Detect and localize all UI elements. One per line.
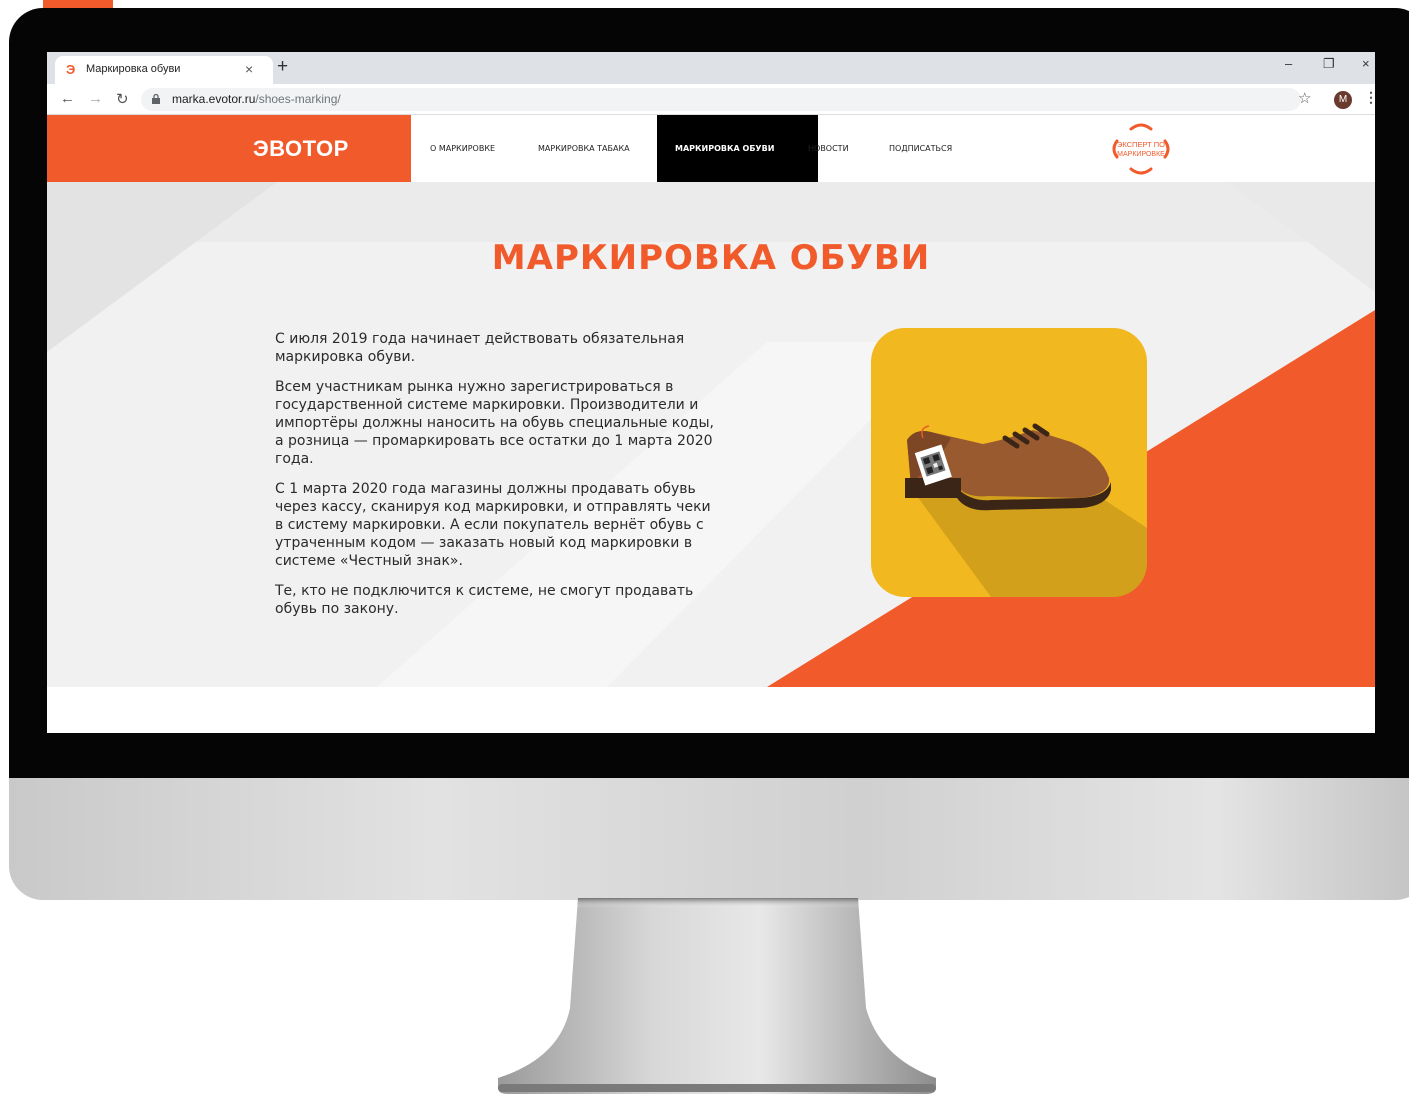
logo-block[interactable]: ЭВОТОР bbox=[47, 115, 411, 182]
lock-icon bbox=[152, 94, 160, 104]
monitor-chin bbox=[9, 778, 1409, 900]
hero-section: МАРКИРОВКА ОБУВИ С июля 2019 года начина… bbox=[47, 182, 1375, 687]
url-field[interactable]: marka.evotor.ru/shoes-marking/ bbox=[141, 88, 1301, 111]
nav-item-news[interactable]: НОВОСТИ bbox=[808, 115, 849, 182]
avatar[interactable]: M bbox=[1334, 91, 1352, 109]
star-icon[interactable]: ☆ bbox=[1298, 89, 1311, 107]
nav-item-subscribe[interactable]: ПОДПИСАТЬСЯ bbox=[889, 115, 952, 182]
new-tab-button[interactable]: + bbox=[277, 56, 288, 78]
menu-icon[interactable]: ⋮ bbox=[1364, 89, 1375, 106]
browser-tab[interactable]: Э Маркировка обуви × bbox=[55, 56, 273, 84]
paragraph: С июля 2019 года начинает действовать об… bbox=[275, 331, 685, 365]
nav-item-tobacco[interactable]: МАРКИРОВКА ТАБАКА bbox=[538, 115, 630, 182]
minimize-icon[interactable]: – bbox=[1285, 56, 1292, 71]
evotor-favicon-icon: Э bbox=[66, 62, 76, 77]
page-title: МАРКИРОВКА ОБУВИ bbox=[491, 238, 931, 278]
tab-title: Маркировка обуви bbox=[86, 63, 181, 75]
restore-icon[interactable]: ❐ bbox=[1323, 56, 1335, 72]
url-host: marka.evotor.ru bbox=[172, 92, 256, 106]
expert-badge[interactable]: ЭКСПЕРТ ПО МАРКИРОВКЕ bbox=[1109, 119, 1173, 179]
shoe-icon bbox=[905, 423, 1147, 597]
forward-icon[interactable]: → bbox=[88, 90, 103, 107]
tab-bar: Э Маркировка обуви × + – ❐ × bbox=[47, 52, 1375, 84]
hero-text: С июля 2019 года начинает действовать об… bbox=[275, 330, 715, 630]
reload-icon[interactable]: ↻ bbox=[116, 90, 129, 108]
paragraph: Всем участникам рынка нужно зарегистриро… bbox=[275, 379, 714, 467]
nav-item-about[interactable]: О МАРКИРОВКЕ bbox=[430, 115, 495, 182]
site-header: ЭВОТОР О МАРКИРОВКЕ МАРКИРОВКА ТАБАКА МА… bbox=[47, 115, 1375, 182]
nav-label: НОВОСТИ bbox=[808, 144, 849, 153]
shoe-illustration-card bbox=[871, 328, 1147, 597]
monitor-stand bbox=[498, 898, 936, 1094]
url-path: /shoes-marking/ bbox=[255, 92, 341, 106]
paragraph: Те, кто не подключится к системе, не смо… bbox=[275, 583, 694, 617]
badge-line1: ЭКСПЕРТ ПО bbox=[1117, 140, 1165, 149]
nav-label: О МАРКИРОВКЕ bbox=[430, 144, 496, 153]
browser-screen: Э Маркировка обуви × + – ❐ × ← → ↻ marka… bbox=[47, 52, 1375, 733]
address-bar: ← → ↻ marka.evotor.ru/shoes-marking/ ☆ M… bbox=[47, 84, 1375, 115]
nav-label: МАРКИРОВКА ТАБАКА bbox=[538, 144, 630, 153]
nav-label: ПОДПИСАТЬСЯ bbox=[889, 144, 953, 153]
tab-close-icon[interactable]: × bbox=[245, 61, 253, 77]
site-logo: ЭВОТОР bbox=[253, 136, 349, 161]
mockup-stage: Э Маркировка обуви × + – ❐ × ← → ↻ marka… bbox=[0, 0, 1409, 1094]
badge-line2: МАРКИРОВКЕ bbox=[1117, 151, 1165, 158]
close-window-icon[interactable]: × bbox=[1362, 56, 1370, 71]
nav-label: МАРКИРОВКА ОБУВИ bbox=[675, 144, 775, 153]
paragraph: С 1 марта 2020 года магазины должны прод… bbox=[275, 481, 711, 569]
nav-item-shoes[interactable]: МАРКИРОВКА ОБУВИ bbox=[657, 115, 818, 182]
back-icon[interactable]: ← bbox=[60, 90, 75, 107]
page-footer-area bbox=[47, 687, 1375, 733]
url-text: marka.evotor.ru/shoes-marking/ bbox=[172, 92, 341, 106]
